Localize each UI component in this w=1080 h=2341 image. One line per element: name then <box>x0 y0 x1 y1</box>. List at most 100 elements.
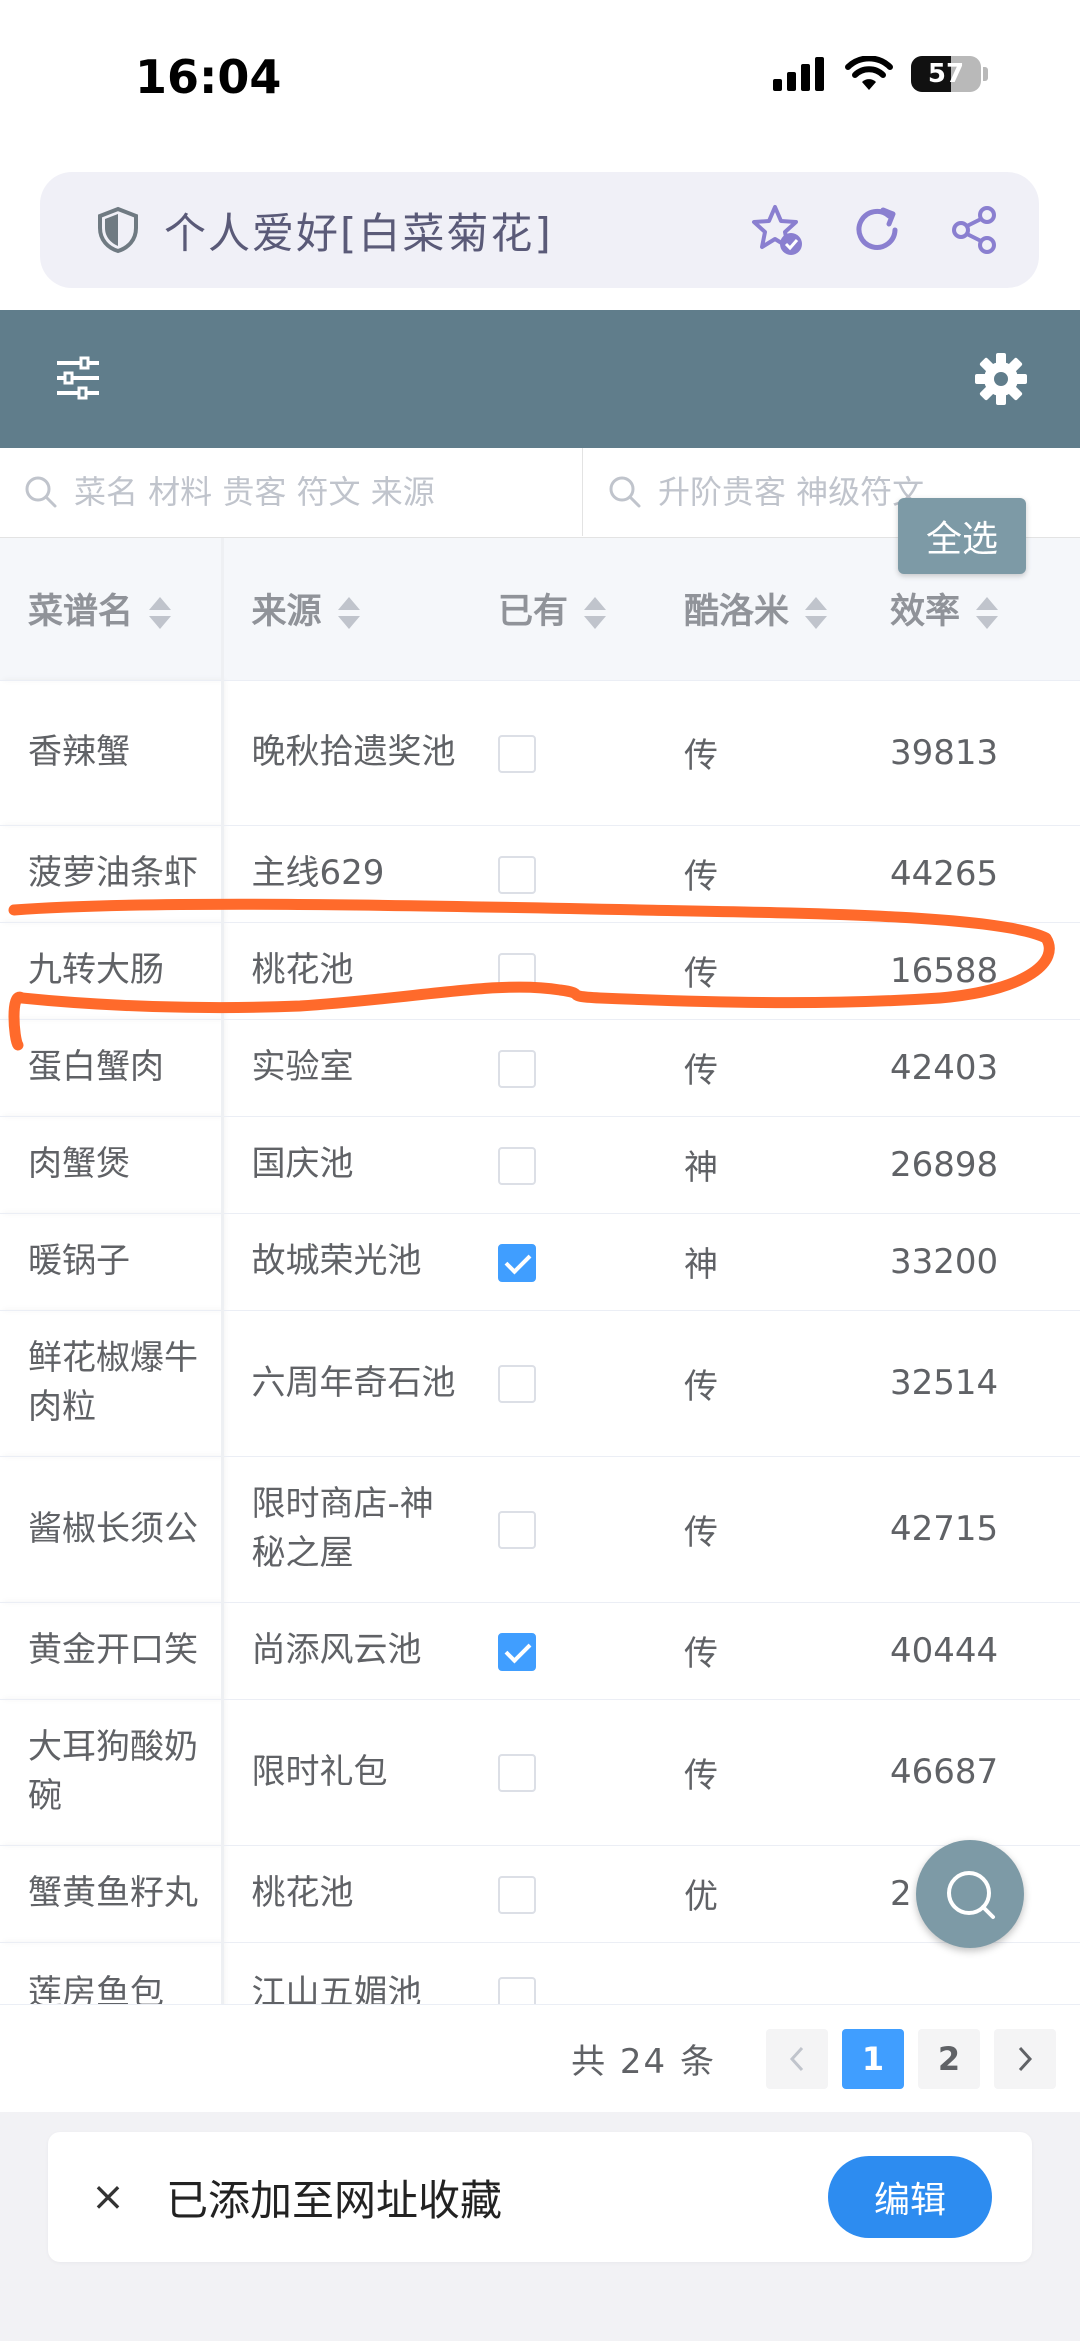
sort-caret-icon[interactable] <box>974 595 1000 631</box>
table-row[interactable]: 蛋白蟹肉 实验室 传 42403 <box>0 1019 1080 1117</box>
kuromi-grade: 传 <box>684 1051 718 1091</box>
chevron-left-icon <box>789 2046 804 2071</box>
cell-owned <box>470 1699 656 1846</box>
cell-recipe-name: 黄金开口笑 <box>0 1602 224 1700</box>
cell-source: 限时礼包 <box>222 1699 470 1846</box>
owned-checkbox-checked[interactable] <box>498 1243 536 1282</box>
owned-checkbox[interactable] <box>498 1754 536 1793</box>
table-row[interactable]: 鲜花椒爆牛肉粒 六周年奇石池 传 32514 <box>0 1310 1080 1457</box>
cell-source: 尚添风云池 <box>222 1602 470 1700</box>
recipe-search-box <box>0 448 583 536</box>
table-row[interactable]: 香辣蟹 晚秋拾遗奖池 传 39813 <box>0 680 1080 826</box>
owned-checkbox[interactable] <box>498 1977 536 2004</box>
cell-efficiency: 42715 <box>862 1456 1080 1603</box>
column-header-kuromi[interactable]: 酷洛米 <box>656 538 862 681</box>
address-bar[interactable]: 个人爱好[白菜菊花] <box>40 172 1039 288</box>
cell-efficiency: 39813 <box>862 680 1080 826</box>
pagination-total: 共 24 条 <box>571 2042 716 2082</box>
recipe-name: 菠萝油条虾 <box>28 853 198 893</box>
table-row[interactable]: 菠萝油条虾 主线629 传 44265 <box>0 825 1080 923</box>
filter-sliders-icon[interactable] <box>55 355 101 401</box>
battery-icon: 57 <box>911 56 981 92</box>
efficiency-value: 40444 <box>890 1630 999 1671</box>
prev-page-button[interactable] <box>766 2028 828 2089</box>
sort-caret-icon[interactable] <box>147 595 173 631</box>
cell-kuromi: 优 <box>656 1845 862 1943</box>
column-header-recipe[interactable]: 菜谱名 <box>0 538 224 681</box>
recipe-name: 蛋白蟹肉 <box>28 1047 164 1087</box>
close-icon[interactable]: × <box>88 2174 128 2220</box>
efficiency-value: 42715 <box>890 1509 999 1549</box>
owned-checkbox-checked[interactable] <box>498 1632 536 1671</box>
recipe-source: 限时商店-神秘之屋 <box>251 1484 434 1573</box>
reload-icon[interactable] <box>851 204 903 256</box>
recipe-table: 菜谱名 来源 已有 酷洛米 效率 香辣蟹 晚秋拾遗奖池 传 39813 菠萝油条… <box>0 538 1080 2004</box>
table-row[interactable]: 暖锅子 故城荣光池 神 33200 <box>0 1213 1080 1311</box>
recipe-name: 黄金开口笑 <box>28 1630 198 1670</box>
cell-source: 桃花池 <box>222 922 470 1020</box>
floating-search-button[interactable] <box>916 1840 1024 1948</box>
column-header-source[interactable]: 来源 <box>222 538 470 681</box>
table-row[interactable]: 肉蟹煲 国庆池 神 26898 <box>0 1116 1080 1214</box>
sort-caret-icon[interactable] <box>336 595 362 631</box>
gear-icon[interactable] <box>974 352 1028 406</box>
edit-button[interactable]: 编辑 <box>828 2156 992 2238</box>
recipe-search-input[interactable] <box>74 473 504 511</box>
page-button-2[interactable]: 2 <box>918 2028 980 2089</box>
cell-kuromi: 传 <box>656 922 862 1020</box>
cell-owned <box>470 922 656 1020</box>
table-row[interactable]: 九转大肠 桃花池 传 16588 <box>0 922 1080 1020</box>
owned-checkbox[interactable] <box>498 1875 536 1914</box>
cellular-signal-icon <box>773 57 824 91</box>
owned-checkbox[interactable] <box>498 1049 536 1088</box>
cell-kuromi <box>656 1942 862 2004</box>
table-row[interactable]: 黄金开口笑 尚添风云池 传 40444 <box>0 1602 1080 1700</box>
sort-caret-icon[interactable] <box>803 595 829 631</box>
owned-checkbox[interactable] <box>498 1365 536 1404</box>
cell-kuromi: 传 <box>656 1602 862 1700</box>
cell-owned <box>470 1116 656 1214</box>
kuromi-grade: 传 <box>684 1512 718 1553</box>
cell-source: 国庆池 <box>222 1116 470 1214</box>
column-header-label: 来源 <box>251 592 322 633</box>
recipe-name: 鲜花椒爆牛肉粒 <box>28 1338 198 1427</box>
cell-source: 江山五媚池 <box>222 1942 470 2004</box>
recipe-source: 六周年奇石池 <box>251 1362 456 1403</box>
cell-source: 桃花池 <box>222 1845 470 1943</box>
kuromi-grade: 优 <box>684 1877 718 1917</box>
efficiency-value: 42403 <box>890 1047 999 1088</box>
owned-checkbox[interactable] <box>498 734 536 773</box>
cell-efficiency: 46687 <box>862 1699 1080 1846</box>
owned-checkbox[interactable] <box>498 855 536 894</box>
cell-source: 晚秋拾遗奖池 <box>222 680 470 826</box>
select-all-button[interactable]: 全选 <box>898 498 1026 574</box>
search-icon <box>25 476 57 508</box>
efficiency-value: 39813 <box>890 732 999 773</box>
efficiency-value: 26898 <box>890 1144 999 1185</box>
kuromi-grade: 传 <box>684 954 718 994</box>
next-page-button[interactable] <box>994 2028 1056 2089</box>
page-button-1[interactable]: 1 <box>842 2028 904 2089</box>
recipe-source: 实验室 <box>251 1047 354 1087</box>
column-header-owned[interactable]: 已有 <box>470 538 656 681</box>
table-row[interactable]: 酱椒长须公 限时商店-神秘之屋 传 42715 <box>0 1456 1080 1603</box>
table-row[interactable]: 大耳狗酸奶碗 限时礼包 传 46687 <box>0 1699 1080 1846</box>
table-row[interactable]: 莲房鱼包 江山五媚池 <box>0 1942 1080 2004</box>
recipe-source: 国庆池 <box>251 1144 354 1184</box>
address-actions <box>749 202 999 258</box>
cell-source: 限时商店-神秘之屋 <box>222 1456 470 1603</box>
cell-owned <box>470 1456 656 1603</box>
owned-checkbox[interactable] <box>498 1146 536 1185</box>
efficiency-value: 44265 <box>890 853 999 894</box>
recipe-name: 九转大肠 <box>28 950 164 990</box>
recipe-source: 江山五媚池 <box>251 1972 422 2005</box>
cell-owned <box>470 1019 656 1117</box>
cell-recipe-name: 九转大肠 <box>0 922 224 1020</box>
efficiency-value: 33200 <box>890 1241 999 1282</box>
sort-caret-icon[interactable] <box>582 595 608 631</box>
share-icon[interactable] <box>949 205 999 255</box>
owned-checkbox[interactable] <box>498 1511 536 1550</box>
favorite-star-icon[interactable] <box>749 202 805 258</box>
cell-owned <box>470 1942 656 2004</box>
owned-checkbox[interactable] <box>498 952 536 991</box>
